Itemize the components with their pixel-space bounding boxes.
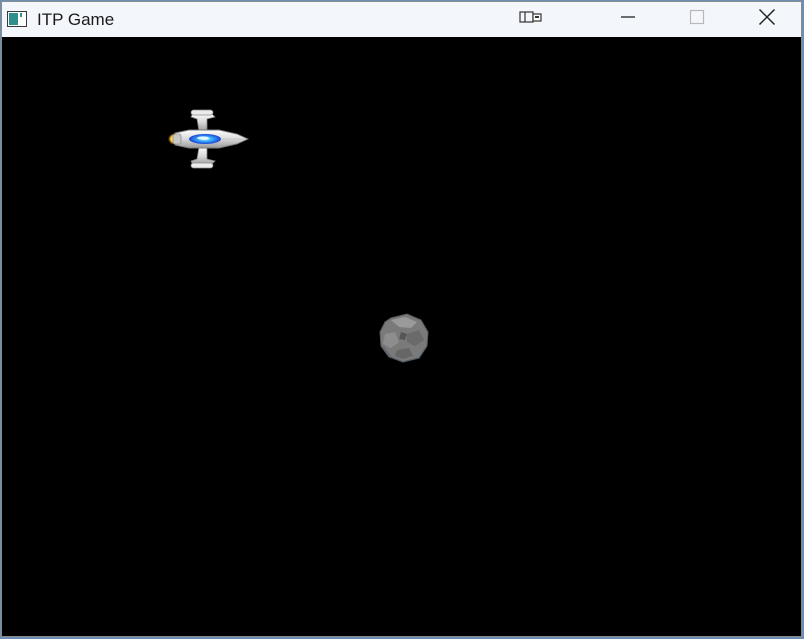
title-bar[interactable]: ITP Game — [2, 2, 801, 37]
snap-layout-icon — [519, 10, 543, 29]
asteroid-icon — [377, 312, 431, 364]
maximize-button[interactable] — [674, 2, 720, 37]
minimize-button[interactable] — [605, 2, 651, 37]
game-window: ITP Game — [1, 1, 802, 637]
close-icon — [758, 8, 776, 31]
window-title: ITP Game — [37, 10, 115, 29]
app-window-icon — [7, 11, 27, 27]
snap-layout-button[interactable] — [508, 2, 554, 37]
close-button[interactable] — [744, 2, 790, 37]
maximize-icon — [689, 9, 705, 30]
spaceship-icon — [167, 103, 250, 175]
minimize-icon — [620, 9, 636, 30]
game-canvas[interactable] — [2, 37, 801, 636]
